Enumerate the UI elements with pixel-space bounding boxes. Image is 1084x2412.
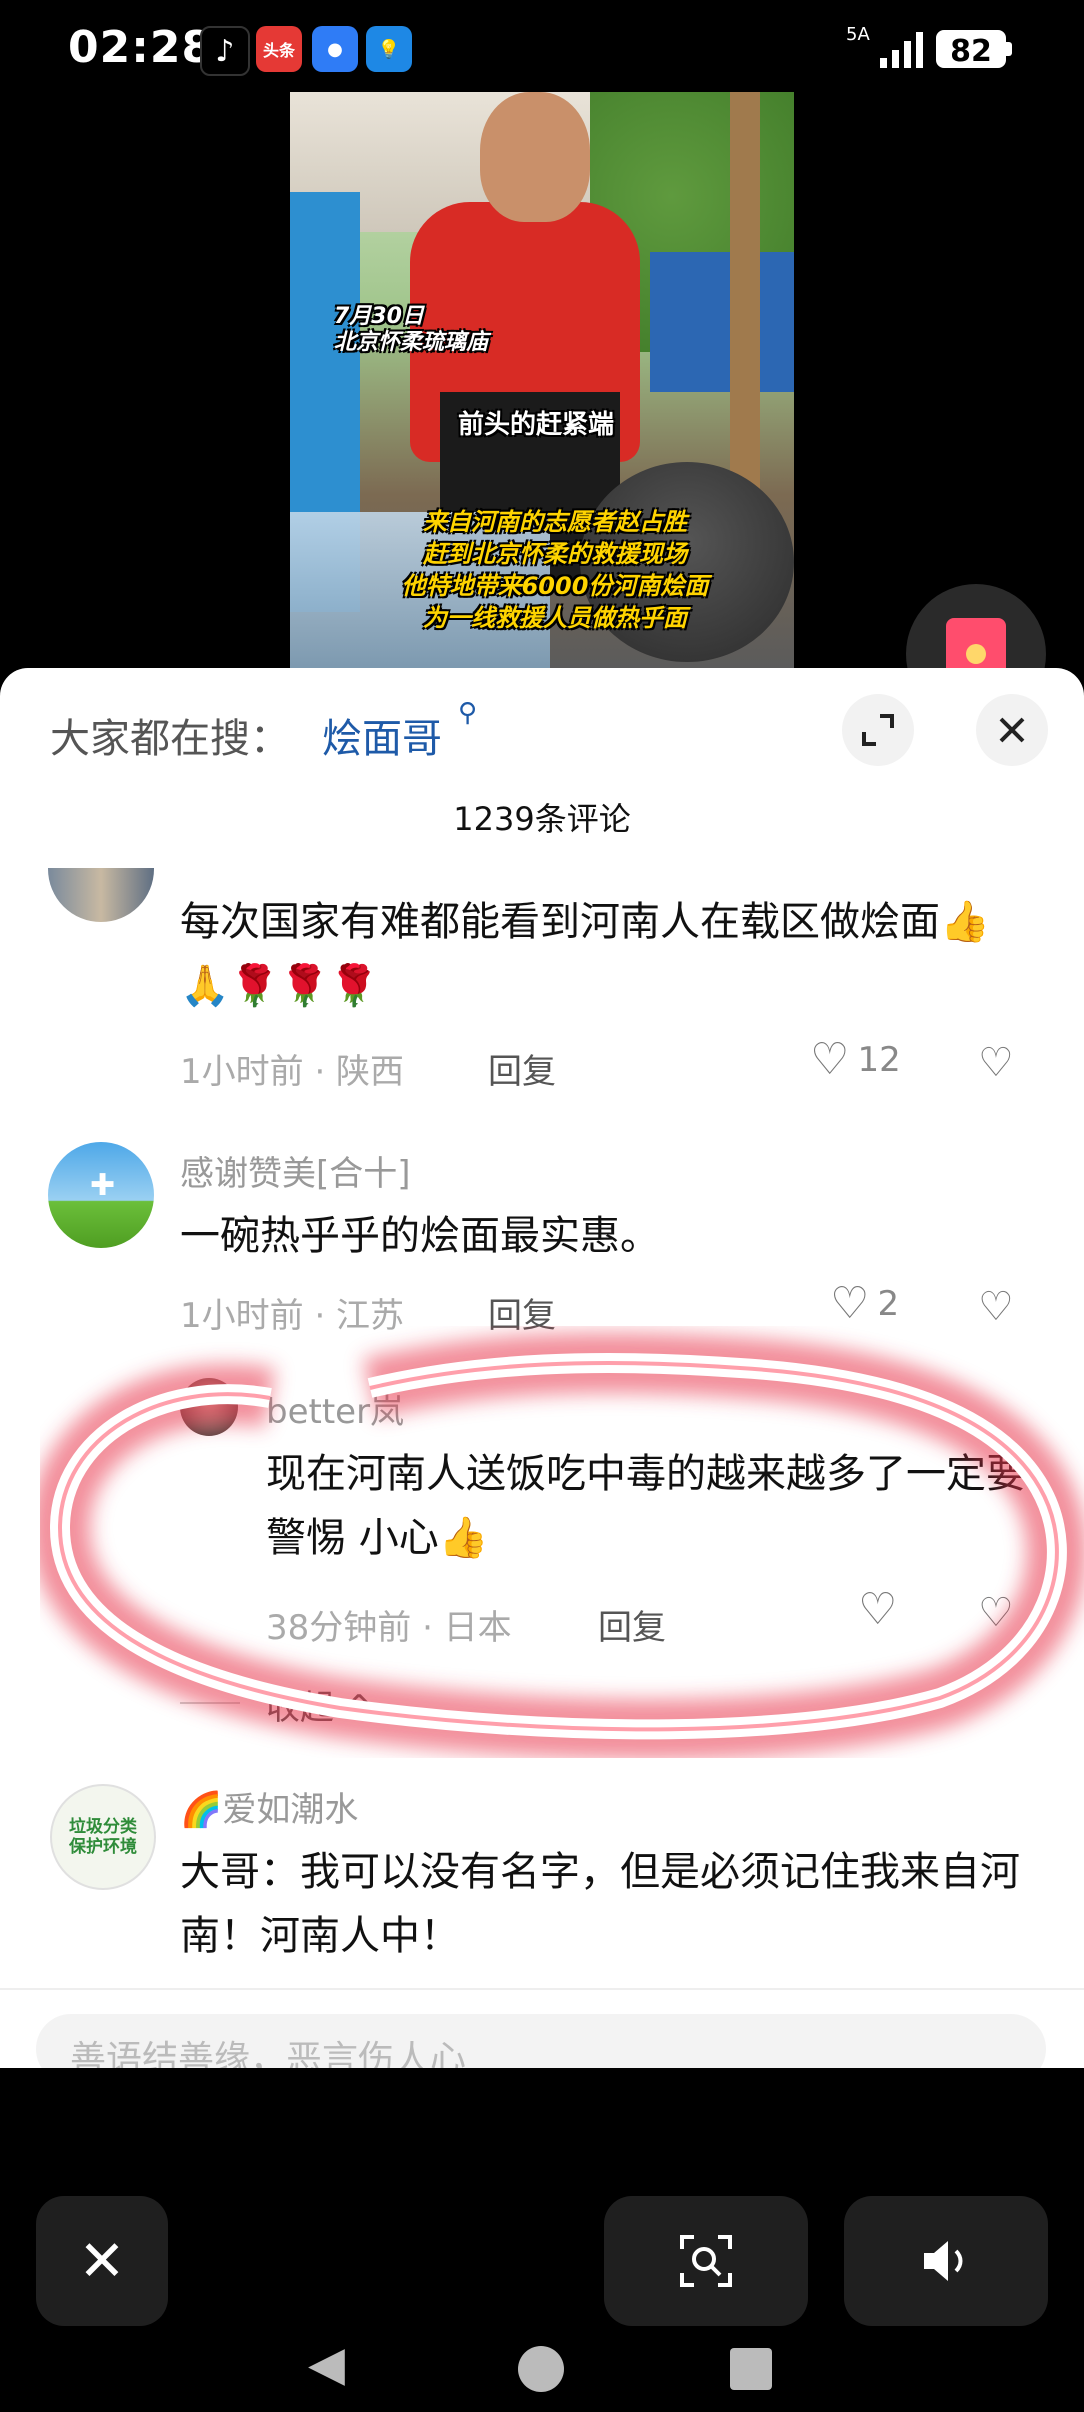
username[interactable]: better岚 xyxy=(266,1384,404,1433)
avatar[interactable] xyxy=(180,1378,238,1436)
search-icon: ⚲ xyxy=(458,698,478,728)
comment-input-bar: 善语结善缘，恶言伤人心 xyxy=(0,1988,1084,2068)
battery-icon: 82 xyxy=(936,30,1006,69)
heart-icon: ♡ xyxy=(830,1278,870,1329)
username[interactable]: 🌈爱如潮水 xyxy=(180,1782,358,1831)
video-player[interactable]: 7月30日 北京怀柔琉璃庙 前头的赶紧端 来自河南的志愿者赵占胜 赶到北京怀柔的… xyxy=(290,92,794,668)
comment-count: 1239条评论 xyxy=(453,800,631,838)
close-button[interactable]: ✕ xyxy=(36,2196,168,2326)
comment-sheet: 大家都在搜： 烩面哥 ⚲ 1239条评论 每次国家有难都能看到河南人在载区做烩面… xyxy=(0,668,1084,2068)
like-button[interactable]: ♡ 2 xyxy=(830,1282,899,1326)
video-caption-date: 7月30日 北京怀柔琉璃庙 xyxy=(334,304,489,355)
video-caption-mid: 前头的赶紧端 xyxy=(458,410,615,440)
sound-button[interactable] xyxy=(844,2196,1048,2326)
expand-icon xyxy=(862,714,894,746)
comment-text: 每次国家有难都能看到河南人在载区做烩面👍🙏🌹🌹🌹 xyxy=(180,899,990,1009)
comment-meta: 1小时前 · 江苏 xyxy=(180,1296,405,1336)
toutiao-icon: 头条 xyxy=(256,26,302,72)
close-icon xyxy=(999,717,1025,743)
dislike-button[interactable]: ♡ xyxy=(978,1040,1014,1086)
lens-icon xyxy=(680,2235,732,2287)
avatar[interactable] xyxy=(48,868,154,922)
comment-text: 大哥：我可以没有名字，但是必须记住我来自河南！河南人中！ xyxy=(180,1849,1020,1959)
dislike-button[interactable]: ♡ xyxy=(978,1590,1014,1636)
network-label: 5A xyxy=(846,24,870,45)
nav-back-button[interactable]: ◀ xyxy=(308,2336,345,2392)
avatar-text: 保护环境 xyxy=(69,1837,137,1857)
username[interactable]: 感谢赞美[合十] xyxy=(180,1146,411,1195)
close-icon: ✕ xyxy=(78,2228,126,2294)
broken-heart-icon: ♡ xyxy=(978,1590,1014,1636)
comment-text: 现在河南人送饭吃中毒的越来越多了一定要警惕 小心👍 xyxy=(266,1451,1026,1561)
tiktok-icon: ♪ xyxy=(200,26,250,76)
comment-meta: 38分钟前 · 日本 xyxy=(266,1608,512,1648)
dislike-button[interactable]: ♡ xyxy=(978,1284,1014,1330)
search-suggestion-link[interactable]: 烩面哥 xyxy=(322,706,442,764)
broken-heart-icon: ♡ xyxy=(978,1040,1014,1086)
heart-icon: ♡ xyxy=(858,1584,898,1635)
close-sheet-button[interactable] xyxy=(976,694,1048,766)
nav-home-button[interactable] xyxy=(518,2346,564,2392)
comment-input-placeholder: 善语结善缘，恶言伤人心 xyxy=(70,2039,467,2068)
video-caption-main: 来自河南的志愿者赵占胜 赶到北京怀柔的救援现场 他特地带来6000份河南烩面 为… xyxy=(401,508,709,632)
like-count: 12 xyxy=(857,1040,901,1080)
clock: 02:28 xyxy=(68,22,214,73)
speaker-icon xyxy=(924,2241,963,2281)
like-button[interactable]: ♡ xyxy=(858,1588,897,1632)
screen-search-button[interactable] xyxy=(604,2196,808,2326)
nav-recents-button[interactable] xyxy=(730,2348,772,2390)
battery-tip xyxy=(1006,42,1012,56)
reply-button[interactable]: 回复 xyxy=(488,1288,556,1337)
messages-icon: ● xyxy=(312,26,358,72)
reply-button[interactable]: 回复 xyxy=(488,1044,556,1093)
comment-text: 一碗热乎乎的烩面最实惠。 xyxy=(180,1213,660,1259)
comment-meta: 1小时前 · 陕西 xyxy=(180,1052,405,1092)
like-count: 2 xyxy=(877,1284,900,1324)
search-hint: 大家都在搜： xyxy=(50,716,290,762)
expand-button[interactable] xyxy=(842,694,914,766)
broken-heart-icon: ♡ xyxy=(978,1284,1014,1330)
avatar[interactable] xyxy=(48,1142,154,1248)
video-man-head xyxy=(480,92,590,222)
bulb-icon: 💡 xyxy=(366,26,412,72)
heart-icon: ♡ xyxy=(810,1034,850,1085)
collapse-replies-button[interactable]: 收起 ^ xyxy=(266,1680,373,1729)
status-bar: 02:28 ♪ 头条 ● 💡 5A 82 xyxy=(0,0,1084,100)
avatar-text: 垃圾分类 xyxy=(69,1817,137,1837)
avatar[interactable]: 垃圾分类 保护环境 xyxy=(50,1784,156,1890)
reply-button[interactable]: 回复 xyxy=(598,1600,666,1649)
signal-icon xyxy=(880,32,923,68)
like-button[interactable]: ♡ 12 xyxy=(810,1038,901,1082)
video-fence xyxy=(650,252,794,392)
collapse-divider xyxy=(180,1702,240,1704)
